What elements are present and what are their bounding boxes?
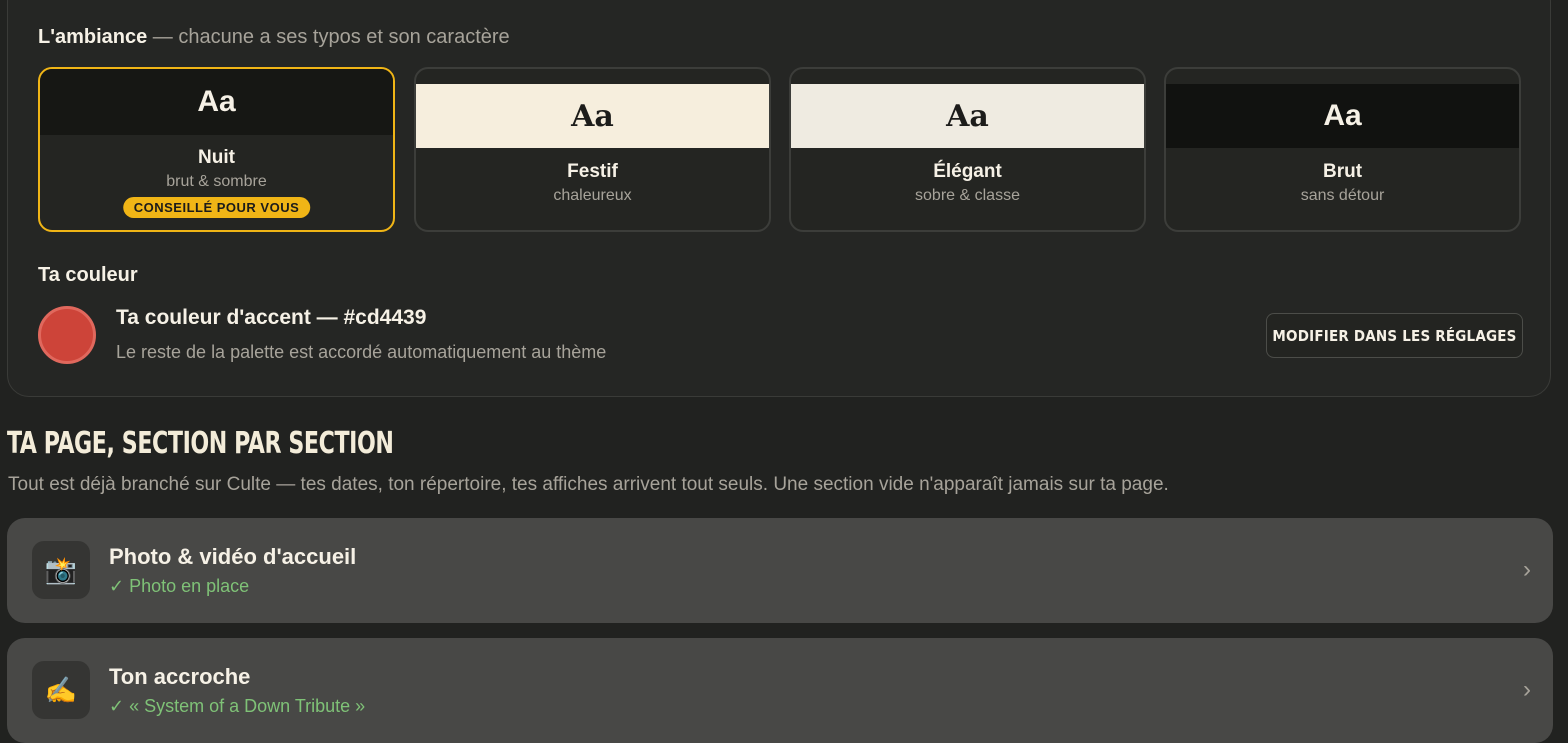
- accent-color-swatch: [38, 306, 96, 364]
- ambiance-card-desc: brut & sombre: [166, 173, 267, 190]
- ambiance-card-name: Nuit: [198, 147, 235, 168]
- sections-description: Tout est déjà branché sur Culte — tes da…: [8, 474, 1169, 495]
- ambiance-title: L'ambiance: [38, 26, 148, 48]
- ambiance-swatch: Aa: [416, 84, 769, 148]
- chevron-right-icon: ›: [1523, 556, 1531, 583]
- ambiance-card-nuit[interactable]: Aa Nuit brut & sombre CONSEILLÉ POUR VOU…: [38, 67, 395, 232]
- ambiance-card-desc: sobre & classe: [915, 187, 1020, 204]
- camera-flash-icon: 📸: [32, 541, 90, 599]
- ambiance-card-elegant[interactable]: Aa Élégant sobre & classe: [789, 67, 1146, 232]
- ambiance-subtitle: — chacune a ses typos et son caractère: [147, 26, 510, 48]
- ambiance-swatch: Aa: [40, 69, 393, 135]
- recommended-badge: CONSEILLÉ POUR VOUS: [122, 197, 311, 218]
- section-row-status: ✓ « System of a Down Tribute »: [109, 696, 366, 716]
- ambiance-card-name: Festif: [567, 161, 618, 182]
- sections-heading: TA PAGE, SECTION PAR SECTION: [7, 426, 394, 461]
- section-row-tagline[interactable]: ✍️ Ton accroche ✓ « System of a Down Tri…: [7, 638, 1553, 743]
- accent-color-subtitle: Le reste de la palette est accordé autom…: [116, 342, 607, 362]
- ambiance-card-desc: sans détour: [1300, 187, 1385, 204]
- ambiance-card-brut[interactable]: Aa Brut sans détour: [1164, 67, 1521, 232]
- ambiance-card-festif[interactable]: Aa Festif chaleureux: [414, 67, 771, 232]
- section-row-status: ✓ Photo en place: [109, 576, 250, 596]
- section-row-title: Photo & vidéo d'accueil: [109, 544, 357, 569]
- chevron-right-icon: ›: [1523, 676, 1531, 703]
- accent-color-title: Ta couleur d'accent — #cd4439: [116, 306, 427, 329]
- section-row-hero-media[interactable]: 📸 Photo & vidéo d'accueil ✓ Photo en pla…: [7, 518, 1553, 623]
- ambiance-heading: L'ambiance — chacune a ses typos et son …: [38, 26, 510, 49]
- couleur-heading: Ta couleur: [38, 264, 138, 286]
- ambiance-swatch: Aa: [791, 84, 1144, 148]
- modify-settings-button[interactable]: MODIFIER DANS LES RÉGLAGES: [1266, 313, 1523, 358]
- ambiance-card-desc: chaleureux: [553, 187, 632, 204]
- writing-hand-icon: ✍️: [32, 661, 90, 719]
- ambiance-swatch: Aa: [1166, 84, 1519, 148]
- ambiance-card-name: Élégant: [933, 161, 1002, 182]
- ambiance-card-name: Brut: [1322, 161, 1363, 182]
- section-row-title: Ton accroche: [109, 664, 251, 689]
